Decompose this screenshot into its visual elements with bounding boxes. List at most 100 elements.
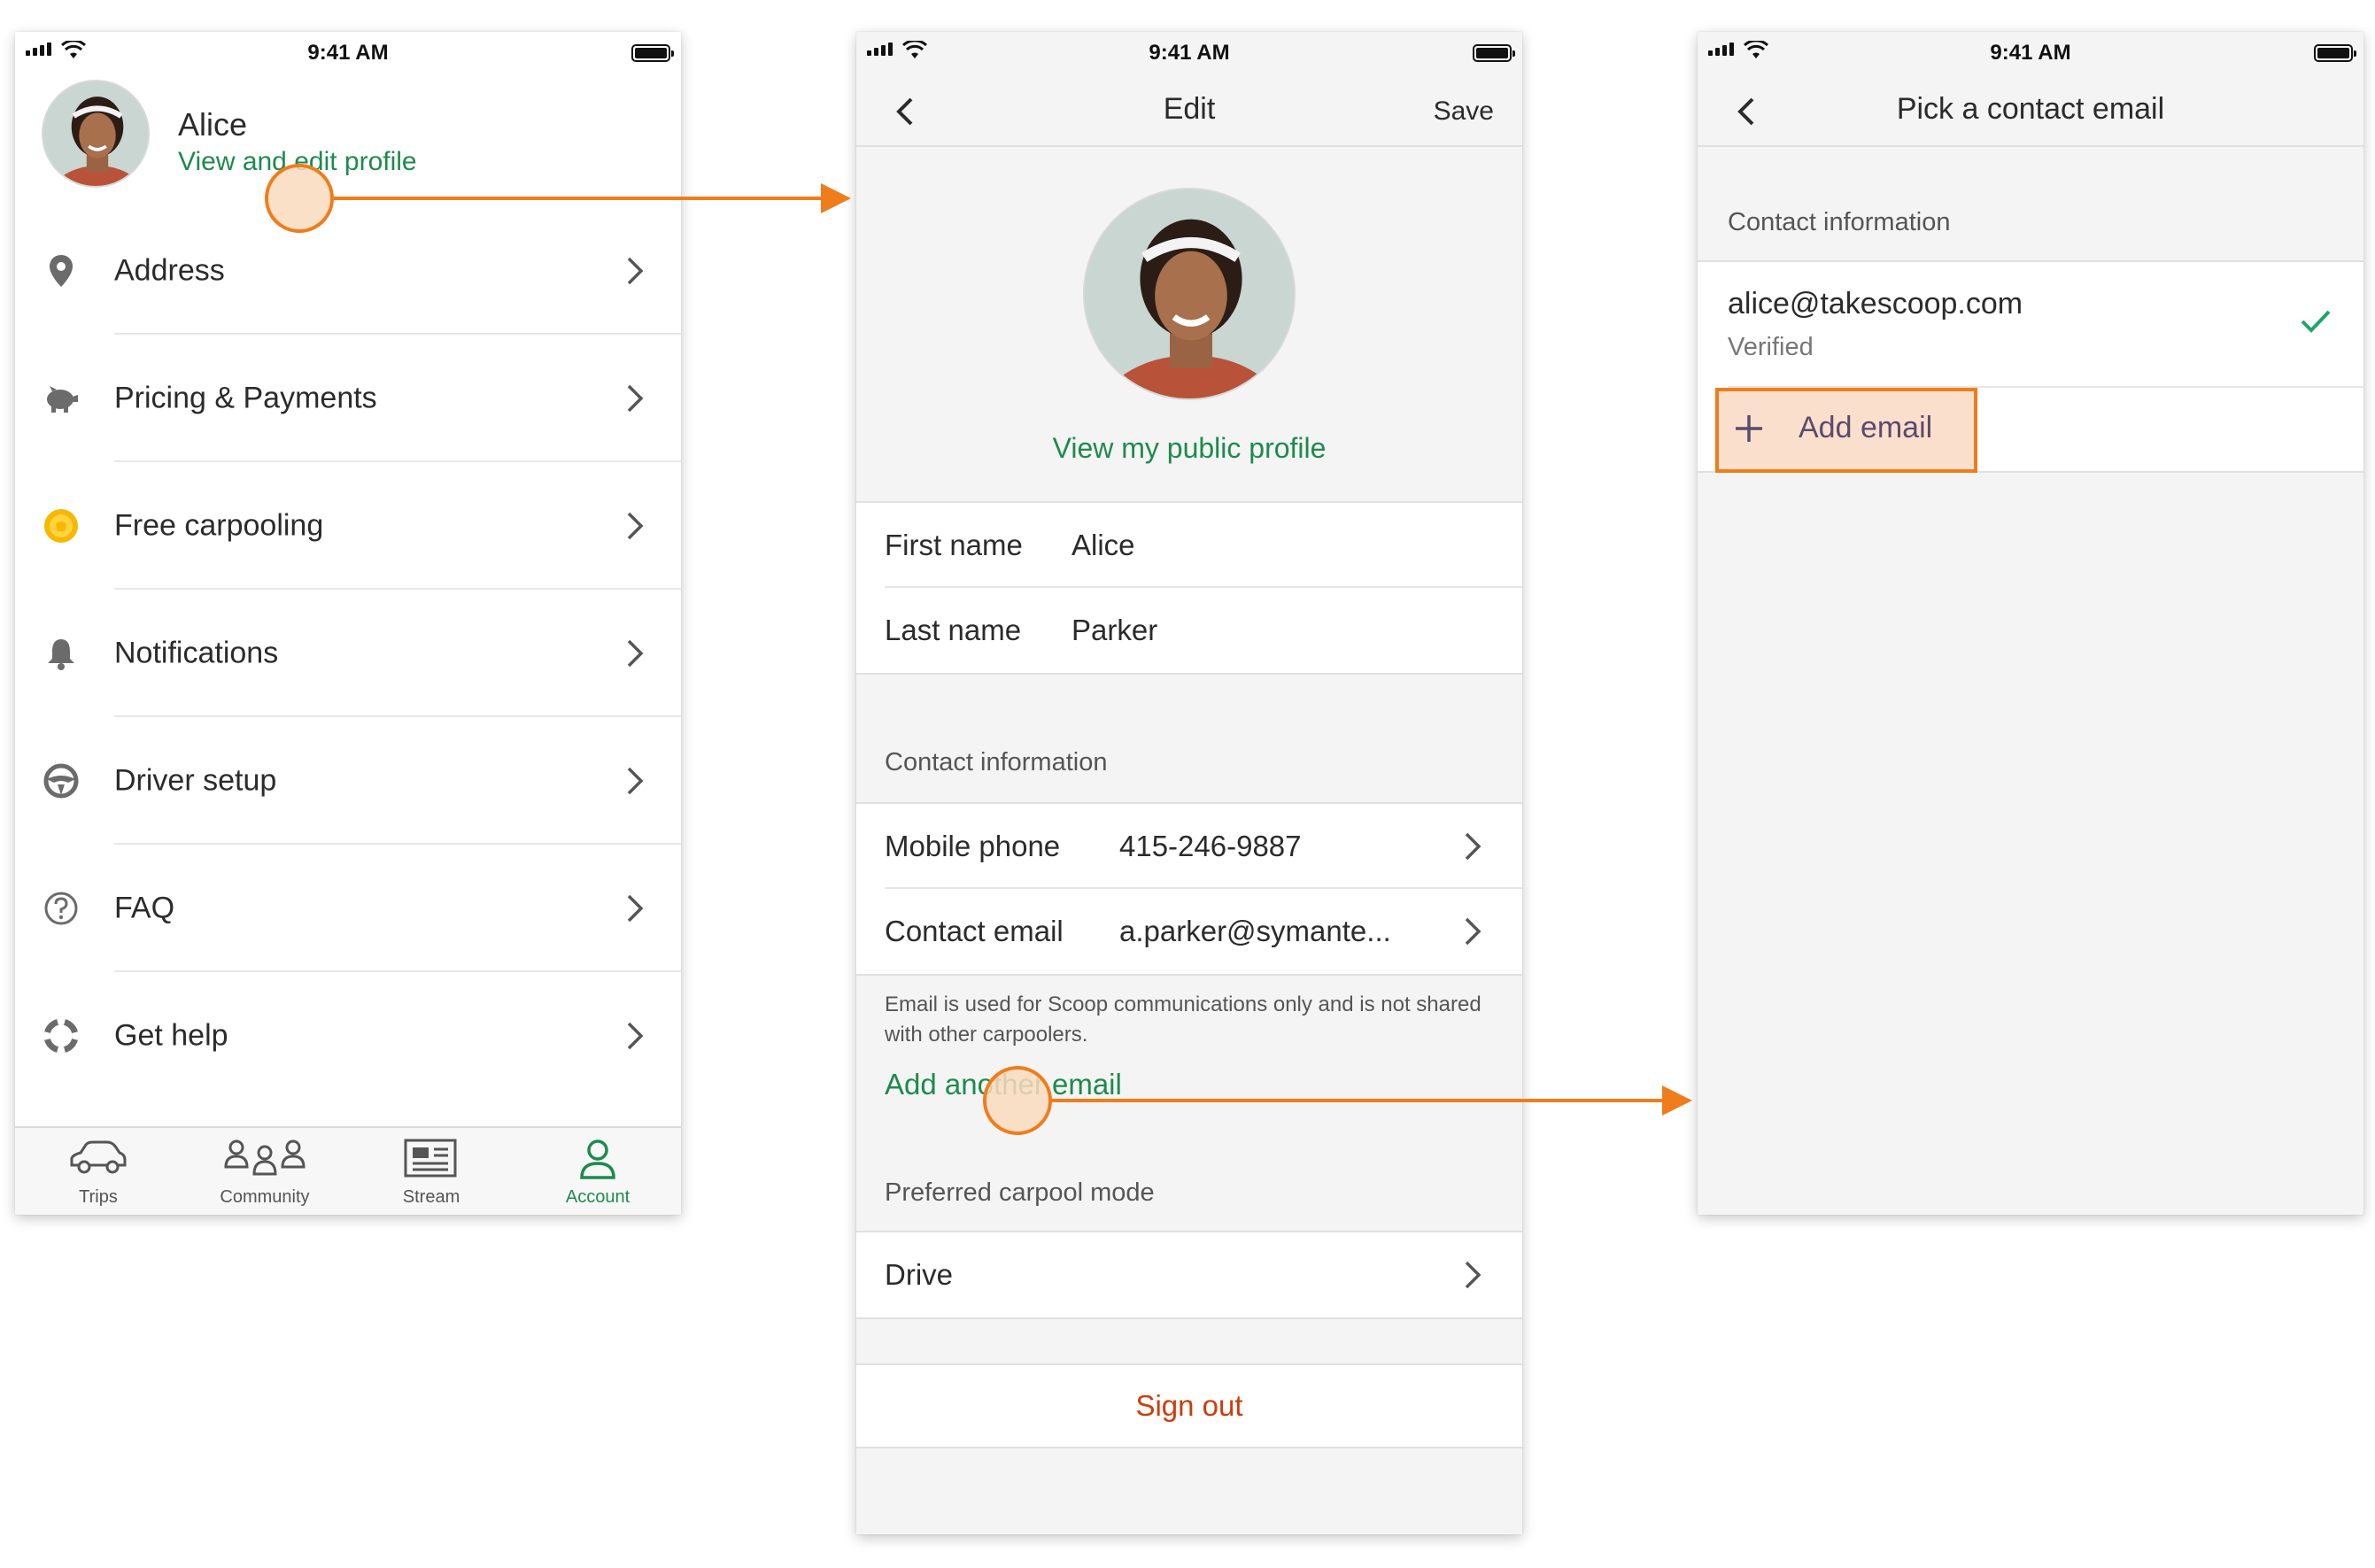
chevron-right-icon <box>1465 832 1481 861</box>
tab-community[interactable]: Community <box>182 1128 348 1215</box>
piggy-bank-icon <box>47 386 78 413</box>
newspaper-icon <box>404 1139 457 1178</box>
menu-item-address[interactable]: Address <box>15 207 681 335</box>
lifebuoy-icon <box>43 1018 79 1054</box>
menu-item-free-carpooling[interactable]: Free carpooling <box>15 462 681 590</box>
nav-bar: Edit Save <box>856 74 1522 147</box>
public-profile-link[interactable]: View my public profile <box>856 432 1522 465</box>
chevron-right-icon <box>1465 917 1481 946</box>
status-time: 9:41 AM <box>307 41 389 65</box>
contact-group: Mobile phone 415-246-9887 Contact email … <box>856 802 1522 976</box>
status-bar: 9:41 AM <box>15 32 681 74</box>
account-menu: Address Pricing & Payments Free carpooli… <box>15 207 681 1100</box>
save-button[interactable]: Save <box>1434 97 1494 127</box>
contact-section-header: Contact information <box>856 675 1522 802</box>
tab-label: Trips <box>79 1187 118 1207</box>
avatar[interactable] <box>1083 188 1296 400</box>
last-name-value[interactable]: Parker <box>1071 614 1157 647</box>
page-title: Edit <box>1163 92 1216 126</box>
car-icon <box>70 1140 127 1174</box>
last-name-label: Last name <box>885 614 1022 646</box>
add-email-label[interactable]: Add email <box>1799 411 1932 445</box>
mobile-phone-row[interactable]: Mobile phone 415-246-9887 <box>856 804 1522 889</box>
avatar <box>42 80 150 188</box>
profile-header[interactable]: Alice View and edit profile <box>15 74 681 207</box>
section-header-label: Contact information <box>885 748 1108 776</box>
menu-label: Pricing & Payments <box>114 381 377 415</box>
tab-label: Stream <box>402 1187 460 1207</box>
battery-icon <box>631 44 674 62</box>
bell-icon <box>48 639 74 670</box>
contact-email-label: Contact email <box>885 915 1064 947</box>
status-time: 9:41 AM <box>1149 41 1230 65</box>
menu-item-pricing-payments[interactable]: Pricing & Payments <box>15 335 681 462</box>
section-header-label: Preferred carpool mode <box>885 1178 1155 1207</box>
checkmark-icon <box>2301 310 2331 333</box>
menu-item-get-help[interactable]: Get help <box>15 972 681 1100</box>
tab-account[interactable]: Account <box>514 1128 681 1215</box>
tab-label: Account <box>565 1187 630 1207</box>
menu-label: Free carpooling <box>114 508 324 543</box>
status-time: 9:41 AM <box>1990 41 2071 65</box>
contact-section-header: Contact information <box>1698 147 2363 260</box>
verified-label: Verified <box>1728 333 1814 361</box>
tab-trips[interactable]: Trips <box>15 1128 182 1215</box>
menu-label: FAQ <box>114 891 175 925</box>
nav-bar: Pick a contact email <box>1698 74 2363 147</box>
profile-name: Alice <box>178 106 248 143</box>
preferred-mode-header: Preferred carpool mode <box>856 1135 1522 1231</box>
tab-bar: Trips Community Stream Account <box>15 1126 681 1215</box>
profile-photo-section: View my public profile <box>856 147 1522 501</box>
section-header-label: Contact information <box>1728 208 1951 236</box>
chevron-right-icon <box>627 1022 644 1050</box>
mobile-phone-label: Mobile phone <box>885 830 1061 862</box>
tap-indicator <box>983 1066 1052 1135</box>
battery-icon <box>1473 44 1515 62</box>
menu-item-driver-setup[interactable]: Driver setup <box>15 717 681 845</box>
chevron-right-icon <box>627 257 644 285</box>
status-bar: 9:41 AM <box>856 32 1522 74</box>
menu-label: Driver setup <box>114 763 277 798</box>
question-circle-icon <box>44 892 78 925</box>
plus-icon <box>1736 415 1762 442</box>
chevron-right-icon <box>627 512 644 540</box>
first-name-value[interactable]: Alice <box>1071 529 1135 562</box>
chevron-right-icon <box>1465 1261 1481 1289</box>
steering-wheel-icon <box>43 763 79 799</box>
sign-out-button[interactable]: Sign out <box>856 1363 1522 1448</box>
flow-arrow <box>1052 1085 1692 1116</box>
battery-icon <box>2314 44 2356 62</box>
contact-email-value: a.parker@symante... <box>1119 915 1391 947</box>
preferred-mode-value: Drive <box>885 1258 954 1291</box>
add-email-row[interactable]: Add email <box>1698 388 2363 473</box>
person-icon <box>580 1139 615 1179</box>
menu-label: Address <box>114 253 225 288</box>
preferred-mode-group: Drive <box>856 1231 1522 1319</box>
email-address: alice@takescoop.com <box>1728 287 2023 321</box>
account-screen: 9:41 AM Alice View and edit profile Addr… <box>15 32 681 1215</box>
first-name-row[interactable]: First name Alice <box>856 503 1522 588</box>
chevron-right-icon <box>627 639 644 668</box>
last-name-row[interactable]: Last name Parker <box>856 588 1522 673</box>
edit-profile-screen: 9:41 AM Edit Save View my public profile… <box>856 32 1522 1534</box>
tap-indicator <box>265 164 334 233</box>
email-note: Email is used for Scoop communications o… <box>885 993 1481 1047</box>
email-option-row[interactable]: alice@takescoop.com Verified <box>1698 260 2363 388</box>
chevron-right-icon <box>627 767 644 795</box>
first-name-label: First name <box>885 529 1023 561</box>
preferred-mode-row[interactable]: Drive <box>856 1232 1522 1317</box>
chevron-right-icon <box>627 384 644 413</box>
sign-out-label: Sign out <box>1135 1389 1243 1422</box>
status-bar: 9:41 AM <box>1698 32 2363 74</box>
mobile-phone-value: 415-246-9887 <box>1119 830 1302 862</box>
menu-item-notifications[interactable]: Notifications <box>15 590 681 717</box>
contact-email-row[interactable]: Contact email a.parker@symante... <box>856 889 1522 974</box>
tab-stream[interactable]: Stream <box>348 1128 514 1215</box>
page-title: Pick a contact email <box>1896 92 2165 126</box>
menu-item-faq[interactable]: FAQ <box>15 845 681 972</box>
menu-label: Get help <box>114 1018 228 1053</box>
people-icon <box>224 1139 306 1176</box>
location-pin-icon <box>50 255 73 287</box>
flow-arrow <box>334 183 851 213</box>
add-another-email-link-row: Add another email <box>856 1050 1522 1135</box>
